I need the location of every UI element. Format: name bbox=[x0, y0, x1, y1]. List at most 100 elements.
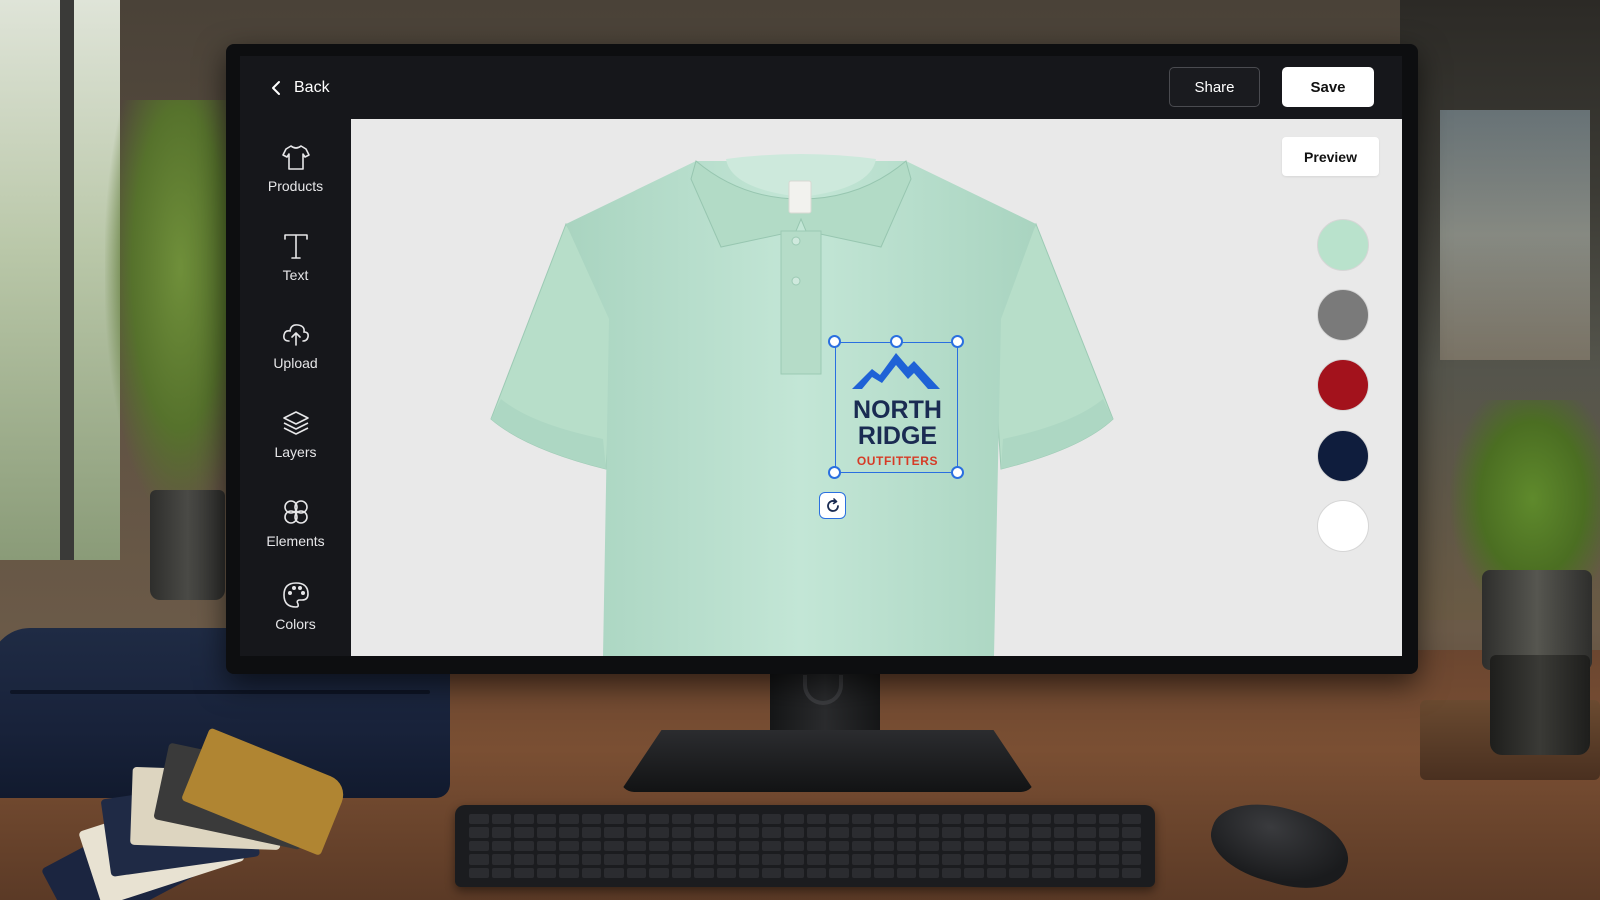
keyboard-key bbox=[559, 854, 579, 865]
keyboard-key bbox=[626, 867, 646, 878]
keyboard-key bbox=[919, 827, 939, 838]
keyboard-key bbox=[671, 827, 691, 838]
keyboard-key bbox=[919, 854, 939, 865]
keyboard-key bbox=[671, 854, 691, 865]
back-label: Back bbox=[294, 79, 330, 96]
keyboard-key bbox=[896, 840, 916, 852]
keyboard-key bbox=[491, 827, 511, 838]
elements-icon bbox=[283, 500, 308, 524]
sidebar-item-colors[interactable]: Colors bbox=[240, 566, 351, 646]
keyboard-key bbox=[761, 867, 781, 878]
keyboard-key bbox=[986, 827, 1006, 838]
keyboard-key bbox=[694, 827, 714, 838]
resize-handle-bottom-left[interactable] bbox=[828, 466, 841, 479]
keyboard-key bbox=[874, 827, 894, 838]
keyboard-key bbox=[851, 840, 871, 852]
rotate-button[interactable] bbox=[819, 492, 846, 519]
sidebar-item-products[interactable]: Products bbox=[240, 128, 351, 208]
keyboard-key bbox=[739, 814, 759, 825]
keyboard-key bbox=[626, 840, 646, 852]
save-button[interactable]: Save bbox=[1282, 67, 1374, 107]
keyboard-key bbox=[1054, 840, 1074, 852]
keyboard-key bbox=[604, 827, 624, 838]
keyboard-key bbox=[1076, 867, 1096, 878]
keyboard-key bbox=[626, 854, 646, 865]
keyboard-key bbox=[1031, 827, 1051, 838]
keyboard-key bbox=[896, 814, 916, 825]
keyboard-key bbox=[1054, 867, 1074, 878]
keyboard-key bbox=[739, 827, 759, 838]
keyboard-key bbox=[559, 840, 579, 852]
keyboard-key bbox=[874, 840, 894, 852]
keyboard-key bbox=[806, 854, 826, 865]
keyboard-key bbox=[604, 840, 624, 852]
logo-line-ridge: RIDGE bbox=[857, 422, 938, 450]
keyboard-key bbox=[739, 840, 759, 852]
keyboard-key bbox=[1076, 814, 1096, 825]
keyboard-key bbox=[491, 840, 511, 852]
color-swatch-mint[interactable] bbox=[1317, 219, 1369, 271]
keyboard-key bbox=[1009, 867, 1029, 878]
preview-button[interactable]: Preview bbox=[1282, 137, 1379, 176]
logo-line-outfitters: OUTFITTERS bbox=[856, 454, 939, 468]
keyboard-key bbox=[469, 854, 489, 865]
keyboard-key bbox=[1099, 840, 1119, 852]
resize-handle-top[interactable] bbox=[890, 335, 903, 348]
design-canvas[interactable]: Preview NORTH RIDGE OUTFITTERS bbox=[351, 119, 1402, 656]
sidebar-item-elements[interactable]: Elements bbox=[240, 483, 351, 563]
window-mullion bbox=[60, 0, 74, 560]
keyboard-key bbox=[784, 827, 804, 838]
sidebar-item-text[interactable]: Text bbox=[240, 217, 351, 297]
keyboard-key bbox=[964, 814, 984, 825]
resize-handle-top-left[interactable] bbox=[828, 335, 841, 348]
keyboard-key bbox=[1031, 814, 1051, 825]
keyboard-key bbox=[1076, 854, 1096, 865]
keyboard-key bbox=[604, 867, 624, 878]
color-swatch-red[interactable] bbox=[1317, 359, 1369, 411]
keyboard-key bbox=[559, 867, 579, 878]
monitor-stand-base bbox=[620, 730, 1035, 792]
keyboard-key bbox=[1121, 814, 1141, 825]
back-button[interactable]: Back bbox=[270, 74, 330, 102]
keyboard-key bbox=[1031, 840, 1051, 852]
sidebar-item-label: Elements bbox=[266, 533, 325, 549]
keyboard-key bbox=[964, 827, 984, 838]
resize-handle-bottom-right[interactable] bbox=[951, 466, 964, 479]
keyboard-key bbox=[671, 867, 691, 878]
color-swatch-white[interactable] bbox=[1317, 500, 1369, 552]
keyboard-key bbox=[604, 854, 624, 865]
sidebar-item-label: Text bbox=[282, 267, 309, 283]
sidebar-item-layers[interactable]: Layers bbox=[240, 394, 351, 474]
keyboard-key bbox=[896, 854, 916, 865]
keyboard-key bbox=[1099, 867, 1119, 878]
keyboard-key bbox=[694, 867, 714, 878]
color-swatch-gray[interactable] bbox=[1317, 289, 1369, 341]
share-button[interactable]: Share bbox=[1169, 67, 1260, 107]
keyboard-key bbox=[1009, 840, 1029, 852]
color-swatch-navy[interactable] bbox=[1317, 430, 1369, 482]
sidebar-item-label: Layers bbox=[274, 444, 317, 460]
keyboard-key bbox=[806, 840, 826, 852]
keyboard-key bbox=[986, 854, 1006, 865]
keyboard-key bbox=[649, 814, 669, 825]
keyboard-key bbox=[694, 854, 714, 865]
keyboard-key bbox=[514, 854, 534, 865]
sidebar-item-upload[interactable]: Upload bbox=[240, 305, 351, 385]
keyboard-key bbox=[559, 814, 579, 825]
keyboard-key bbox=[1076, 840, 1096, 852]
keyboard-key bbox=[514, 867, 534, 878]
keyboard bbox=[455, 805, 1155, 887]
keyboard-key bbox=[941, 814, 961, 825]
office-glass bbox=[1440, 110, 1590, 360]
resize-handle-top-right[interactable] bbox=[951, 335, 964, 348]
keyboard-key bbox=[1121, 827, 1141, 838]
keyboard-key bbox=[896, 867, 916, 878]
keyboard-key bbox=[716, 814, 736, 825]
keyboard-key bbox=[1031, 854, 1051, 865]
keyboard-key bbox=[716, 827, 736, 838]
keyboard-key bbox=[1031, 867, 1051, 878]
keyboard-key bbox=[941, 827, 961, 838]
mountain-logo-icon bbox=[852, 353, 940, 389]
logo-selection-box[interactable]: NORTH RIDGE OUTFITTERS bbox=[828, 335, 964, 479]
keyboard-key bbox=[874, 814, 894, 825]
